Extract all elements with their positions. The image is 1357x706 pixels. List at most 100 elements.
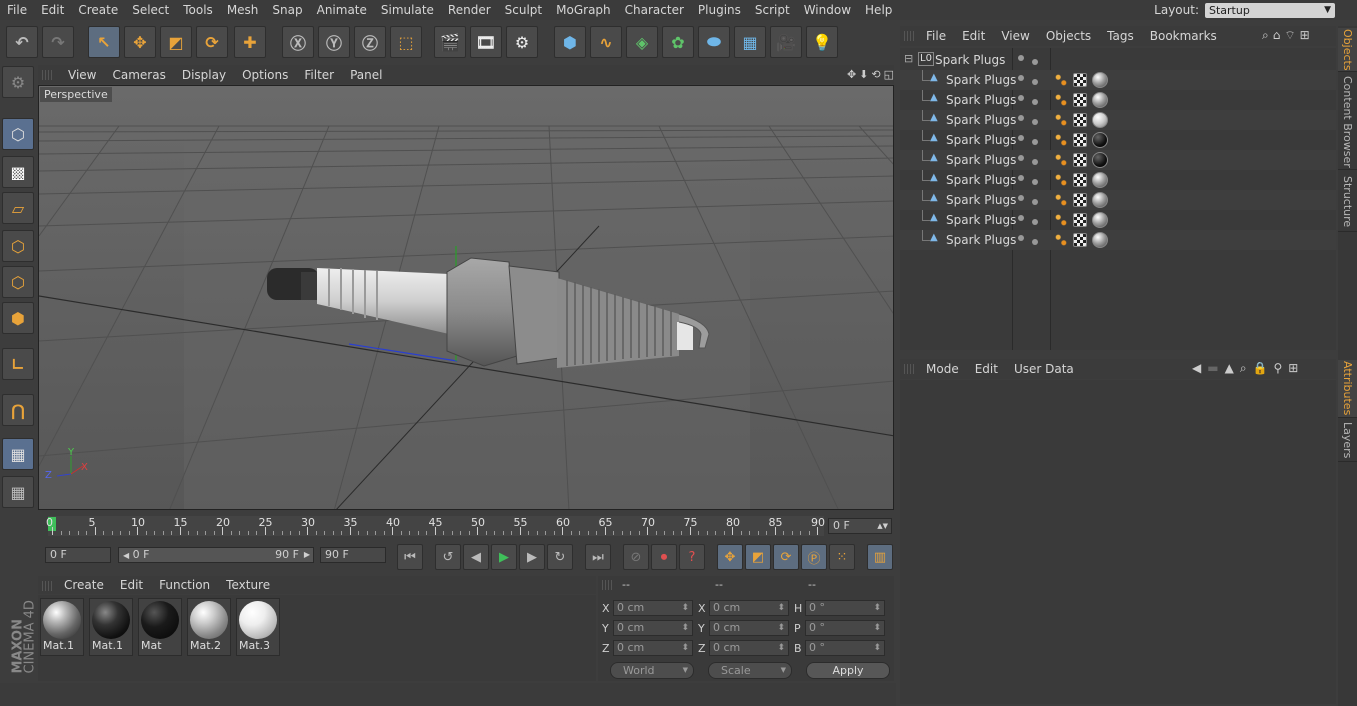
- material-tag-icon[interactable]: [1092, 132, 1108, 148]
- previous-key-icon[interactable]: ↺: [435, 544, 461, 570]
- material-tag-icon[interactable]: [1092, 112, 1108, 128]
- coord-value-field[interactable]: 0 ° ⬍: [805, 640, 885, 656]
- render-visibility-dot[interactable]: [1032, 139, 1038, 145]
- filter-icon[interactable]: ⌔: [1284, 28, 1295, 43]
- object-menu-view[interactable]: View: [993, 29, 1037, 43]
- render-visibility-dot[interactable]: [1032, 199, 1038, 205]
- layer-visibility-dot[interactable]: [1018, 215, 1024, 221]
- phong-tag-icon[interactable]: [1054, 153, 1068, 167]
- phong-tag-icon[interactable]: [1054, 193, 1068, 207]
- material-tag-icon[interactable]: [1092, 212, 1108, 228]
- floor-icon[interactable]: ▦: [734, 26, 766, 58]
- coord-value-field[interactable]: 0 cm ⬍: [613, 600, 693, 616]
- cube-primitive-icon[interactable]: ⬢: [554, 26, 586, 58]
- y-axis-lock-icon[interactable]: Ⓨ: [318, 26, 350, 58]
- object-row[interactable]: ▲ Spark Plugs: [900, 230, 1336, 250]
- scale-tool-icon[interactable]: ◩: [160, 26, 192, 58]
- object-menu-objects[interactable]: Objects: [1038, 29, 1099, 43]
- edges-mode-icon[interactable]: ⬡: [2, 266, 34, 298]
- world-dropdown[interactable]: World ▼: [610, 662, 694, 679]
- camera-icon[interactable]: 🎥: [770, 26, 802, 58]
- home-icon[interactable]: ⌂: [1273, 28, 1281, 43]
- object-row[interactable]: ▲ Spark Plugs: [900, 210, 1336, 230]
- locked-workplane-icon[interactable]: ▦: [2, 476, 34, 508]
- render-visibility-dot[interactable]: [1032, 119, 1038, 125]
- material-menu-function[interactable]: Function: [151, 578, 218, 592]
- snap-magnet-icon[interactable]: ⋂: [2, 394, 34, 426]
- redo-icon[interactable]: ↷: [42, 26, 74, 58]
- workplane-lock-icon[interactable]: ▦: [2, 438, 34, 470]
- back-arrow-icon[interactable]: ◀: [1192, 361, 1201, 376]
- texture-tag-icon[interactable]: [1073, 233, 1087, 247]
- texture-tag-icon[interactable]: [1073, 173, 1087, 187]
- object-menu-bookmarks[interactable]: Bookmarks: [1142, 29, 1225, 43]
- layout-select[interactable]: Startup ▼: [1205, 2, 1335, 18]
- object-menu-file[interactable]: File: [918, 29, 954, 43]
- rotate-tool-icon[interactable]: ⟳: [196, 26, 228, 58]
- viewport-camera-label[interactable]: Perspective: [40, 87, 112, 102]
- object-menu-tags[interactable]: Tags: [1099, 29, 1142, 43]
- go-to-start-icon[interactable]: ⏮: [397, 544, 423, 570]
- material-tag-icon[interactable]: [1092, 152, 1108, 168]
- texture-tag-icon[interactable]: [1073, 93, 1087, 107]
- menu-edit[interactable]: Edit: [34, 3, 71, 17]
- orbit-icon[interactable]: ⟲: [871, 68, 880, 81]
- deformer-icon[interactable]: ⬬: [698, 26, 730, 58]
- viewport-menu-cameras[interactable]: Cameras: [104, 68, 173, 82]
- spline-pen-icon[interactable]: ∿: [590, 26, 622, 58]
- object-row[interactable]: ▲ Spark Plugs: [900, 130, 1336, 150]
- object-row[interactable]: ▲ Spark Plugs: [900, 90, 1336, 110]
- material-menu-create[interactable]: Create: [56, 578, 112, 592]
- menu-mograph[interactable]: MoGraph: [549, 3, 618, 17]
- layer-visibility-dot[interactable]: [1018, 55, 1024, 61]
- render-visibility-dot[interactable]: [1032, 79, 1038, 85]
- start-frame-field[interactable]: 0 F: [45, 547, 111, 563]
- menu-snap[interactable]: Snap: [265, 3, 309, 17]
- material-swatch[interactable]: Mat.3: [236, 598, 280, 656]
- menu-window[interactable]: Window: [797, 3, 858, 17]
- play-forward-icon[interactable]: ▶: [491, 544, 517, 570]
- phong-tag-icon[interactable]: [1054, 133, 1068, 147]
- viewport-menu-options[interactable]: Options: [234, 68, 296, 82]
- material-swatch[interactable]: Mat.1: [40, 598, 84, 656]
- menu-file[interactable]: File: [0, 3, 34, 17]
- texture-tag-icon[interactable]: [1073, 153, 1087, 167]
- object-row[interactable]: ▲ Spark Plugs: [900, 190, 1336, 210]
- texture-tag-icon[interactable]: [1073, 213, 1087, 227]
- render-visibility-dot[interactable]: [1032, 59, 1038, 65]
- phong-tag-icon[interactable]: [1054, 233, 1068, 247]
- coord-value-field[interactable]: 0 cm ⬍: [709, 600, 789, 616]
- material-swatch[interactable]: Mat.2: [187, 598, 231, 656]
- key-rotation-icon[interactable]: ⟳: [773, 544, 799, 570]
- material-tag-icon[interactable]: [1092, 192, 1108, 208]
- next-frame-icon[interactable]: ▶: [519, 544, 545, 570]
- object-row[interactable]: ▲ Spark Plugs: [900, 70, 1336, 90]
- layer-visibility-dot[interactable]: [1018, 175, 1024, 181]
- frame-range-slider[interactable]: ◀ 0 F 90 F ▶: [118, 547, 314, 563]
- menu-simulate[interactable]: Simulate: [374, 3, 441, 17]
- render-visibility-dot[interactable]: [1032, 179, 1038, 185]
- previous-frame-icon[interactable]: ◀: [463, 544, 489, 570]
- tab-structure[interactable]: Structure: [1338, 172, 1357, 232]
- add-tool-icon[interactable]: ✚: [234, 26, 266, 58]
- material-tag-icon[interactable]: [1092, 232, 1108, 248]
- timeline-window-icon[interactable]: ▥: [867, 544, 893, 570]
- new-window-icon[interactable]: ⊞: [1288, 361, 1298, 376]
- link-icon[interactable]: ⚲: [1274, 361, 1283, 376]
- light-icon[interactable]: 💡: [806, 26, 838, 58]
- key-parameter-icon[interactable]: Ⓟ: [801, 544, 827, 570]
- attribute-menu-edit[interactable]: Edit: [967, 362, 1006, 376]
- texture-tag-icon[interactable]: [1073, 73, 1087, 87]
- object-row[interactable]: ▲ Spark Plugs: [900, 170, 1336, 190]
- z-axis-lock-icon[interactable]: Ⓩ: [354, 26, 386, 58]
- menu-plugins[interactable]: Plugins: [691, 3, 748, 17]
- menu-character[interactable]: Character: [618, 3, 691, 17]
- workplane-icon[interactable]: ▱: [2, 192, 34, 224]
- viewport-menu-filter[interactable]: Filter: [296, 68, 342, 82]
- menu-select[interactable]: Select: [125, 3, 176, 17]
- undo-icon[interactable]: ↶: [6, 26, 38, 58]
- viewport-menu-display[interactable]: Display: [174, 68, 234, 82]
- coord-value-field[interactable]: 0 cm ⬍: [613, 640, 693, 656]
- menu-tools[interactable]: Tools: [176, 3, 220, 17]
- viewport-menu-view[interactable]: View: [60, 68, 104, 82]
